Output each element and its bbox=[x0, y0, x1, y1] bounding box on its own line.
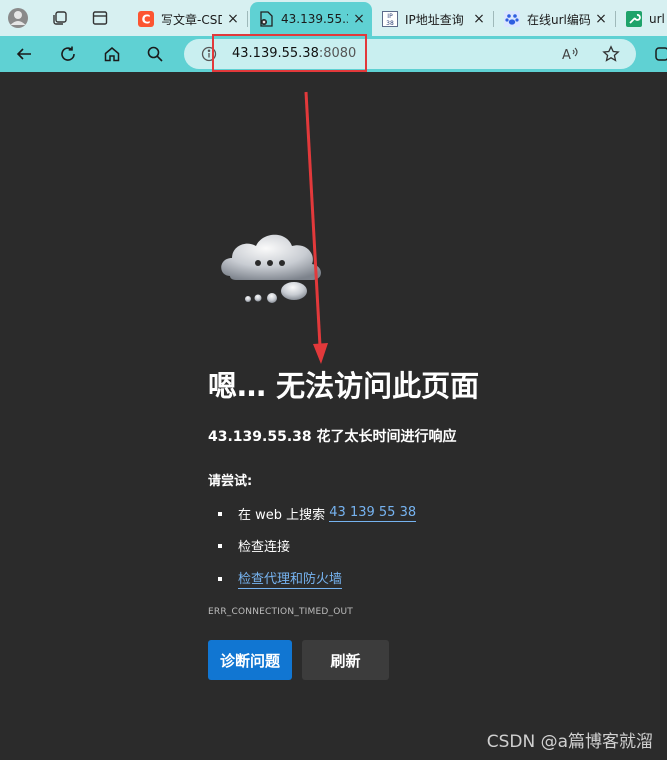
search-icon[interactable] bbox=[141, 40, 169, 68]
browser-extensions-icon[interactable] bbox=[648, 40, 667, 68]
profile-avatar-icon[interactable] bbox=[4, 4, 32, 32]
back-arrow-icon[interactable] bbox=[10, 40, 38, 68]
workspaces-icon[interactable] bbox=[46, 4, 74, 32]
check-connection-text: 检查连接 bbox=[238, 540, 291, 555]
suggestion-check-connection: 检查连接 bbox=[218, 536, 290, 555]
close-tab-icon[interactable]: × bbox=[594, 11, 608, 27]
suggestion-search: 在 web 上搜索 43 139 55 38 bbox=[218, 504, 417, 523]
error-headline: 嗯… 无法访问此页面 bbox=[208, 369, 480, 403]
error-page-icon bbox=[258, 11, 274, 27]
bullet bbox=[218, 543, 222, 548]
refresh-button[interactable]: 刷新 bbox=[302, 640, 389, 680]
tab-strip: C 写文章-CSDN博客 × 43.139.55.38 × IP38 IP地址查… bbox=[0, 0, 667, 36]
paw-icon bbox=[504, 11, 520, 27]
tab-separator bbox=[247, 11, 248, 27]
try-label: 请尝试: bbox=[208, 474, 253, 489]
svg-text:A: A bbox=[562, 48, 571, 63]
close-tab-icon[interactable]: × bbox=[226, 11, 240, 27]
tab-csdn[interactable]: C 写文章-CSDN博客 × bbox=[130, 4, 246, 34]
check-proxy-link[interactable]: 检查代理和防火墙 bbox=[238, 568, 343, 589]
error-code: ERR_CONNECTION_TIMED_OUT bbox=[208, 607, 353, 617]
bullet bbox=[218, 576, 222, 581]
suggestion-search-prefix: 在 web 上搜索 bbox=[238, 508, 330, 523]
tab-separator bbox=[615, 11, 616, 27]
csdn-icon: C bbox=[138, 11, 154, 27]
watermark: CSDN @a篇博客就溜 bbox=[486, 732, 653, 752]
error-page: 嗯… 无法访问此页面 43.139.55.38 花了太长时间进行响应 请尝试: … bbox=[0, 72, 667, 760]
error-message: 43.139.55.38 花了太长时间进行响应 bbox=[208, 429, 457, 445]
tab-title: 43.139.55.38 bbox=[281, 12, 348, 26]
tab-title: 写文章-CSDN博客 bbox=[161, 12, 222, 27]
close-tab-icon[interactable]: × bbox=[472, 11, 486, 27]
refresh-icon[interactable] bbox=[54, 40, 82, 68]
tab-current-page[interactable]: 43.139.55.38 × bbox=[250, 2, 372, 36]
svg-text:C: C bbox=[142, 13, 151, 27]
diagnose-button[interactable]: 诊断问题 bbox=[208, 640, 292, 680]
tab-ip-lookup[interactable]: IP 38 IP地址查询 × bbox=[374, 4, 492, 34]
svg-text:38: 38 bbox=[386, 20, 394, 27]
home-icon[interactable] bbox=[98, 40, 126, 68]
suggestion-check-proxy: 检查代理和防火墙 bbox=[218, 568, 343, 589]
close-tab-icon[interactable]: × bbox=[352, 11, 366, 27]
tab-url-tool[interactable]: url bbox=[618, 4, 667, 34]
tab-url-encode[interactable]: 在线url编码 × bbox=[496, 4, 614, 34]
tab-separator bbox=[493, 11, 494, 27]
bullet bbox=[218, 511, 222, 516]
wrench-icon bbox=[626, 11, 642, 27]
url-annotation-box bbox=[212, 34, 367, 72]
read-aloud-icon[interactable]: A bbox=[560, 43, 582, 65]
favorite-star-icon[interactable] bbox=[600, 43, 622, 65]
search-web-link[interactable]: 43 139 55 38 bbox=[329, 505, 417, 522]
tab-title: 在线url编码 bbox=[527, 12, 590, 27]
ip-icon: IP 38 bbox=[382, 11, 398, 27]
tab-actions-icon[interactable] bbox=[86, 4, 114, 32]
tab-title: IP地址查询 bbox=[405, 12, 464, 27]
svg-text:IP: IP bbox=[387, 13, 393, 20]
tab-title: url bbox=[649, 12, 665, 26]
cloud-error-icon bbox=[221, 234, 321, 303]
